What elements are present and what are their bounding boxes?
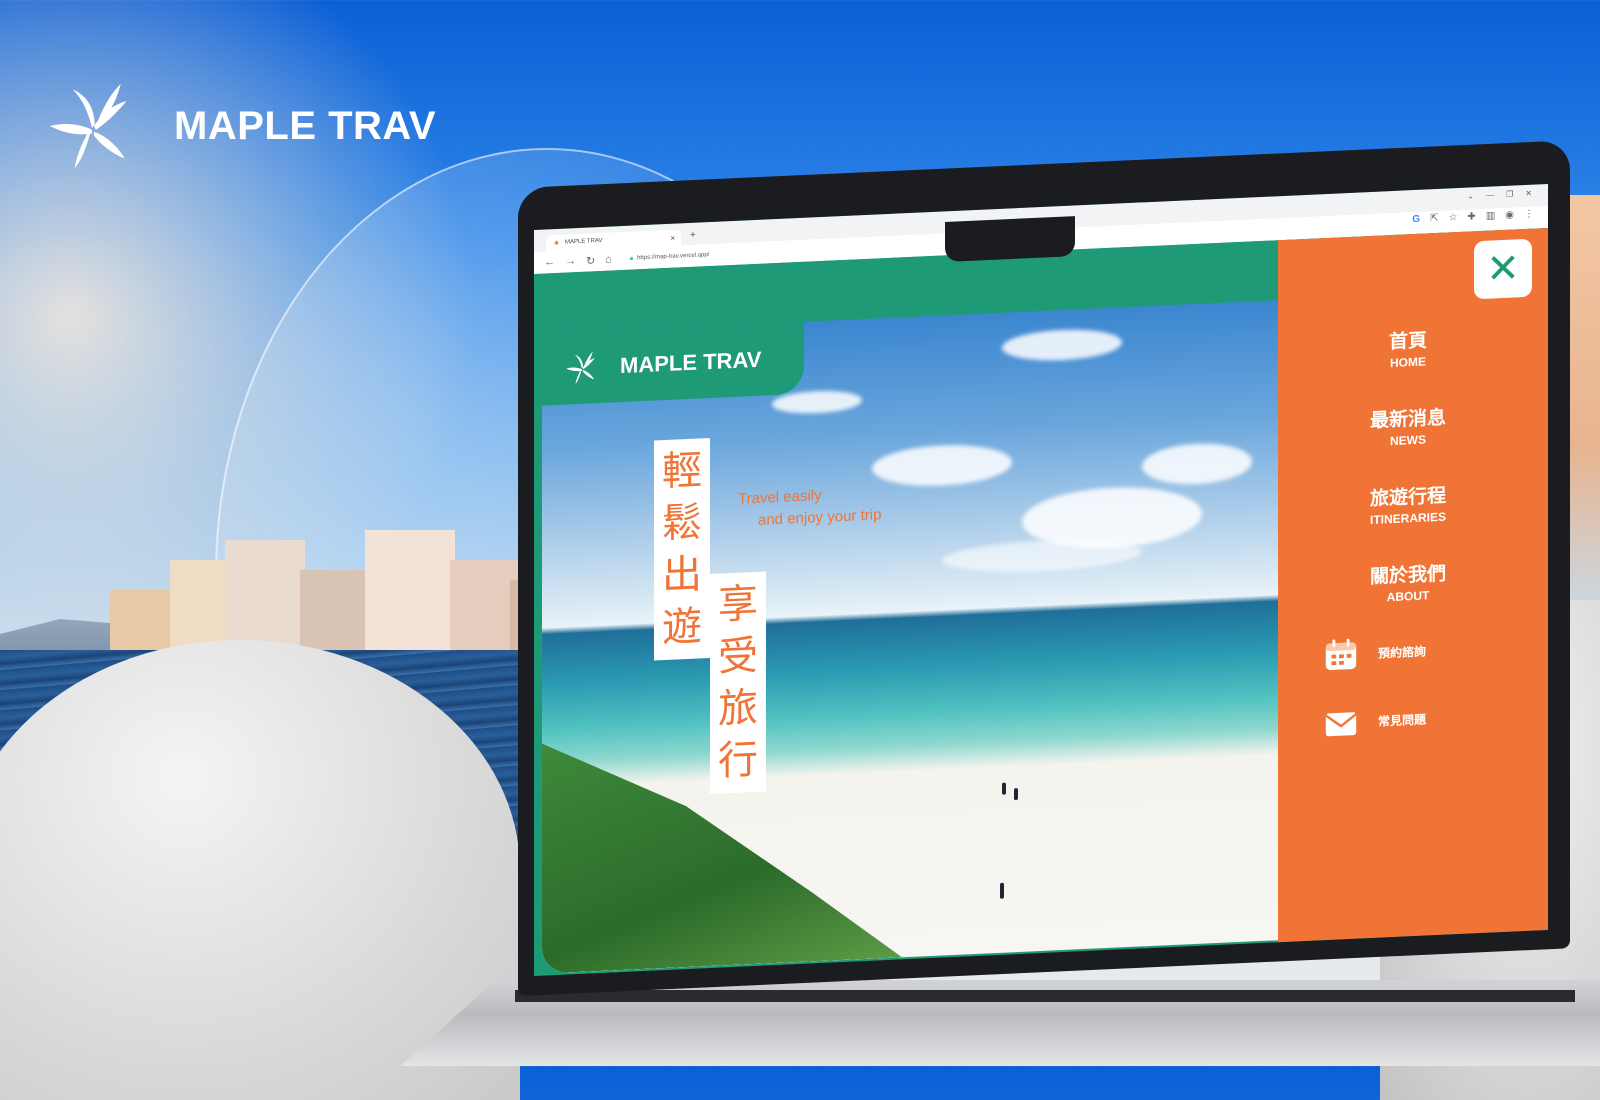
maple-leaf-logo-icon <box>566 351 595 384</box>
google-icon[interactable]: G <box>1412 214 1420 225</box>
minimize-icon[interactable]: — <box>1486 190 1494 199</box>
hero-char: 出 <box>662 551 702 600</box>
more-menu-icon[interactable]: ⋮ <box>1524 209 1534 220</box>
maple-leaf-logo-icon <box>49 83 127 169</box>
site-logo[interactable]: MAPLE TRAV <box>542 321 804 406</box>
faq-link[interactable]: 常見問題 <box>1322 699 1426 742</box>
hero-char: 享 <box>718 580 758 629</box>
laptop-screen: ✱ MAPLE TRAV × + ⌄ — ❐ ✕ ← → ↻ ⌂ 🔒︎ https… <box>534 183 1548 976</box>
faq-label: 常見問題 <box>1378 711 1427 729</box>
hero-char: 輕 <box>662 447 702 496</box>
hero-tagline: Travel easily and enjoy your trip <box>738 482 881 533</box>
hero-char: 旅 <box>718 684 758 733</box>
nav-menu-panel: ✕ 首頁 HOME 最新消息 NEWS 旅遊行程 ITINERARIES 關於我… <box>1278 227 1548 943</box>
site-logo-name: MAPLE TRAV <box>620 346 762 379</box>
tab-title: MAPLE TRAV <box>565 237 603 246</box>
hero-title-column-1: 輕 鬆 出 遊 <box>654 438 710 661</box>
camera-notch <box>945 216 1075 262</box>
hero-section: MAPLE TRAV 輕 鬆 出 遊 享 受 旅 行 Travel easily… <box>542 300 1278 974</box>
url-field[interactable]: 🔒︎ https://map-trav.vercel.app/ <box>630 252 709 263</box>
booking-consult-link[interactable]: 預約諮詢 <box>1322 631 1426 674</box>
share-icon[interactable]: ⇱ <box>1430 213 1438 224</box>
hero-char: 鬆 <box>662 499 702 548</box>
nav-item-label-zh: 旅遊行程 <box>1369 484 1446 511</box>
menu-close-button[interactable]: ✕ <box>1474 238 1532 300</box>
restore-icon[interactable]: ❐ <box>1506 190 1513 199</box>
reload-icon[interactable]: ↻ <box>586 254 595 267</box>
extensions-puzzle-icon[interactable]: ✚ <box>1467 211 1475 222</box>
brand-header: MAPLE TRAV <box>44 78 436 174</box>
nav-item-label-zh: 最新消息 <box>1369 406 1446 433</box>
tab-search-icon[interactable]: ⌄ <box>1467 191 1474 200</box>
tab-close-icon[interactable]: × <box>670 233 675 242</box>
calendar-icon <box>1325 638 1357 671</box>
brand-name: MAPLE TRAV <box>174 103 437 148</box>
hero-title-column-2: 享 受 旅 行 <box>710 571 766 795</box>
window-close-icon[interactable]: ✕ <box>1525 189 1532 198</box>
booking-consult-label: 預約諮詢 <box>1378 643 1427 661</box>
forward-icon[interactable]: → <box>565 255 576 267</box>
nav-item-label-zh: 關於我們 <box>1369 562 1446 589</box>
hero-char: 行 <box>718 736 758 785</box>
bookmark-star-icon[interactable]: ☆ <box>1448 212 1457 223</box>
laptop-hinge <box>515 990 1575 1002</box>
url-text: https://map-trav.vercel.app/ <box>637 251 710 261</box>
nav-item-home[interactable]: 首頁 HOME <box>1338 323 1478 372</box>
home-icon[interactable]: ⌂ <box>605 253 612 265</box>
nav-item-news[interactable]: 最新消息 NEWS <box>1338 401 1478 450</box>
back-icon[interactable]: ← <box>544 256 555 268</box>
window-controls: ⌄ — ❐ ✕ <box>1467 189 1532 201</box>
new-tab-button[interactable]: + <box>690 230 696 241</box>
nav-item-label-zh: 首頁 <box>1388 329 1427 354</box>
mail-icon <box>1325 712 1357 737</box>
nav-item-itineraries[interactable]: 旅遊行程 ITINERARIES <box>1338 479 1478 528</box>
hero-char: 受 <box>718 632 758 681</box>
lock-icon: 🔒︎ <box>629 255 634 262</box>
hero-char: 遊 <box>662 603 702 652</box>
website: MAPLE TRAV 輕 鬆 出 遊 享 受 旅 行 Travel easily… <box>534 227 1548 976</box>
favicon-icon: ✱ <box>554 240 560 247</box>
profile-icon[interactable]: ◉ <box>1505 209 1514 220</box>
side-panel-icon[interactable]: ▥ <box>1486 210 1495 221</box>
nav-item-about[interactable]: 關於我們 ABOUT <box>1338 557 1478 606</box>
